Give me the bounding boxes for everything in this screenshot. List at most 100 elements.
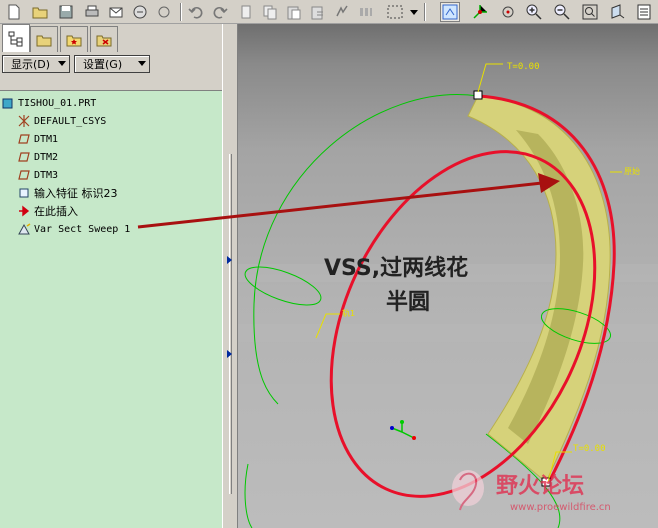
favorites-icon: [66, 35, 82, 46]
chevron-down-icon: [410, 10, 418, 15]
model-tree: TISHOU_01.PRT DEFAULT_CSYS DTM1 DTM2 DTM…: [0, 90, 222, 528]
zoom-out-button[interactable]: [552, 2, 572, 22]
paste-button[interactable]: [284, 2, 304, 22]
datum-plane-icon: [16, 150, 32, 164]
folder-browser-icon: [36, 35, 52, 46]
forum-logo-icon: [452, 470, 484, 511]
model-tree-icon: [8, 31, 23, 46]
tree-item-label: Var Sect Sweep 1: [34, 223, 131, 235]
orient-mode-button[interactable]: [498, 2, 518, 22]
connections-icon: [96, 35, 112, 46]
csys-icon: [16, 114, 32, 128]
mail-link-icon: [133, 5, 147, 19]
save-icon: [59, 5, 73, 19]
annotation-line1: VSS,过两线花: [324, 256, 469, 281]
redo-button[interactable]: [210, 2, 230, 22]
reorient-button[interactable]: [608, 2, 628, 22]
zoom-in-button[interactable]: [524, 2, 544, 22]
zoom-in-icon: [526, 4, 542, 20]
splitter-grip: [229, 154, 232, 494]
email-link-button[interactable]: [130, 2, 150, 22]
show-menu-label: 显示(D): [11, 58, 51, 71]
tree-root-label: TISHOU_01.PRT: [18, 97, 97, 109]
view-list-icon: [637, 4, 651, 20]
tree-item-default-csys[interactable]: DEFAULT_CSYS: [16, 113, 106, 129]
spin-center-icon: [473, 5, 487, 19]
save-button[interactable]: [56, 2, 76, 22]
insert-here-arrow-icon: [16, 204, 32, 218]
tree-item-label: DTM3: [34, 169, 59, 181]
open-folder-icon: [32, 7, 48, 19]
panel-splitter[interactable]: [222, 24, 238, 528]
new-file-button[interactable]: [4, 2, 24, 22]
origin-trajectory-label: 原始: [624, 167, 640, 176]
selection-box-icon: [387, 5, 403, 19]
tree-root-item[interactable]: TISHOU_01.PRT: [0, 95, 96, 111]
spin-center-button[interactable]: [470, 2, 490, 22]
main-toolbar: [0, 0, 658, 24]
open-file-button[interactable]: [30, 2, 50, 22]
graphics-window[interactable]: T=0.00 T=0.00 原始 轨1 VSS,过两线花 半圆 野火论坛 www…: [238, 24, 658, 528]
tab-favorites[interactable]: [60, 26, 88, 52]
coordinate-triad: [391, 422, 415, 439]
paste-special-icon: [311, 6, 323, 20]
toolbar-separator: [180, 3, 182, 21]
undo-button[interactable]: [186, 2, 206, 22]
copy-icon: [263, 5, 277, 20]
redraw-button[interactable]: [440, 2, 460, 22]
part-icon: [0, 96, 16, 110]
param-label-top: T=0.00: [507, 62, 540, 72]
tree-item-import-feature[interactable]: 输入特征 标识23: [16, 185, 118, 201]
connect-button[interactable]: [154, 2, 174, 22]
start-point-handle[interactable]: [473, 90, 483, 100]
selection-box-button[interactable]: [382, 2, 408, 22]
tree-item-dtm3[interactable]: DTM3: [16, 167, 58, 183]
undo-icon: [188, 7, 203, 19]
tab-connections[interactable]: [90, 26, 118, 52]
paste-icon: [287, 6, 301, 20]
annotation-line2: 半圆: [386, 290, 431, 315]
view-list-button[interactable]: [634, 2, 654, 22]
connect-icon: [158, 6, 170, 18]
zoom-out-icon: [554, 4, 570, 20]
refit-icon: [582, 4, 598, 20]
datum-plane-icon: [16, 132, 32, 146]
regenerate-icon: [336, 5, 348, 17]
cut-icon: [241, 5, 251, 19]
regenerate-button[interactable]: [332, 2, 352, 22]
send-mail-button[interactable]: [106, 2, 126, 22]
expand-arrow-icon[interactable]: [227, 350, 232, 358]
cut-button[interactable]: [236, 2, 256, 22]
paste-special-button[interactable]: [308, 2, 328, 22]
param-label-bottom: T=0.00: [573, 444, 606, 454]
selection-dropdown-button[interactable]: [408, 2, 420, 22]
redraw-icon: [442, 4, 458, 20]
tree-item-label: DEFAULT_CSYS: [34, 115, 107, 127]
datum-curve: [244, 463, 253, 528]
settings-menu-dropdown[interactable]: 设置(G): [74, 55, 150, 73]
printer-icon: [85, 5, 99, 17]
regen-manager-icon: [360, 8, 372, 16]
tree-item-insert-here[interactable]: 在此插入: [16, 203, 78, 219]
tree-item-label: 输入特征 标识23: [34, 187, 118, 200]
settings-menu-label: 设置(G): [83, 58, 123, 71]
tree-item-var-sect-sweep[interactable]: Var Sect Sweep 1: [16, 221, 130, 237]
tab-folder-browser[interactable]: [30, 26, 58, 52]
watermark-url: www.proewildfire.cn: [510, 502, 611, 513]
tree-item-label: DTM2: [34, 151, 59, 163]
refit-button[interactable]: [580, 2, 600, 22]
reorient-icon: [611, 4, 625, 19]
regen-manager-button[interactable]: [356, 2, 376, 22]
chevron-down-icon: [58, 61, 66, 66]
copy-button[interactable]: [260, 2, 280, 22]
new-file-icon: [8, 4, 20, 20]
print-button[interactable]: [82, 2, 102, 22]
mail-icon: [109, 7, 123, 18]
tab-model-tree[interactable]: [2, 24, 30, 52]
chevron-down-icon: [138, 61, 146, 66]
tree-item-dtm1[interactable]: DTM1: [16, 131, 58, 147]
show-menu-dropdown[interactable]: 显示(D): [2, 55, 70, 73]
collapse-arrow-icon[interactable]: [227, 256, 232, 264]
tree-item-dtm2[interactable]: DTM2: [16, 149, 58, 165]
watermark-text: 野火论坛: [496, 474, 585, 499]
